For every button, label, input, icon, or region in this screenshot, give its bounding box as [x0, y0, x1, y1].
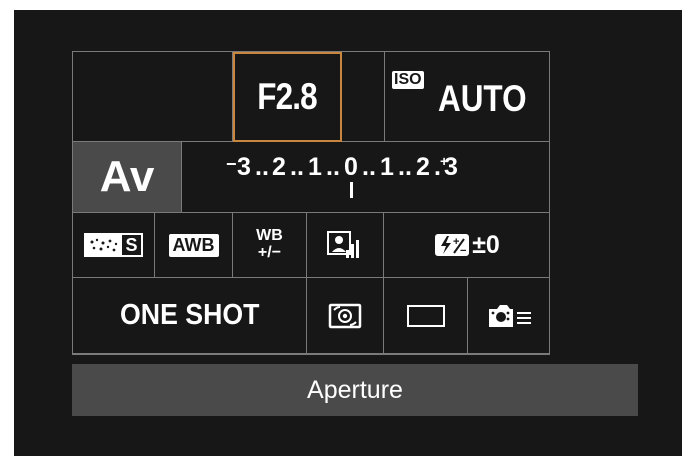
picture-style-cell[interactable]: S [73, 213, 155, 278]
picture-style-icon: S [84, 233, 143, 257]
scale-minus-sign: − [226, 154, 237, 174]
metering-cell[interactable] [307, 278, 384, 354]
scale-dots: .. [398, 153, 412, 181]
svg-text:−: − [460, 245, 466, 257]
scale-dots: .. [362, 153, 376, 181]
exposure-scale: − 3 .. 2 .. 1 .. 0 .. 1 .. 2 . + 3 [226, 153, 458, 198]
scale-right-1: 1 [380, 153, 394, 181]
empty-cell [73, 52, 233, 142]
flash-comp-value: ±0 [472, 230, 500, 259]
scale-right-2: 2 [416, 153, 430, 181]
scale-left-3: 3 [237, 153, 251, 181]
drive-mode-cell[interactable] [384, 278, 468, 354]
single-shot-drive-icon [406, 304, 445, 327]
exposure-comp-cell[interactable]: − 3 .. 2 .. 1 .. 0 .. 1 .. 2 . + 3 [182, 142, 550, 213]
status-bar-label: Aperture [307, 375, 403, 404]
shooting-mode: Av [99, 152, 155, 201]
iso-cell[interactable]: ISO AUTO [384, 52, 550, 142]
quick-control-grid: F2.8 ISO AUTO Av − 3 .. 2 .. 1 .. 0 .. 1… [72, 51, 550, 355]
camera-menu-icon [489, 304, 531, 327]
scale-dots: .. [326, 153, 340, 181]
iso-badge: ISO [392, 71, 424, 89]
auto-lighting-cell[interactable] [307, 213, 384, 278]
flash-comp-cell[interactable]: + − ±0 [384, 213, 550, 278]
af-mode-value: ONE SHOT [119, 299, 260, 331]
scale-dots: .. [290, 153, 304, 181]
af-mode-cell[interactable]: ONE SHOT [73, 278, 307, 354]
evaluative-metering-icon [328, 303, 362, 328]
picture-style-letter: S [125, 234, 138, 255]
iso-value: AUTO [438, 78, 527, 119]
white-balance-cell[interactable]: AWB [155, 213, 233, 278]
aperture-value: F2.8 [257, 76, 318, 117]
scale-center: 0 [344, 153, 358, 181]
scale-dots: .. [255, 153, 269, 181]
scale-right-3: 3 [444, 153, 458, 181]
awb-icon: AWB [168, 233, 219, 257]
aperture-cell[interactable]: F2.8 [233, 52, 385, 142]
custom-controls-cell[interactable] [468, 278, 550, 354]
status-bar: Aperture [72, 364, 638, 416]
wb-shift-top: WB [256, 227, 283, 244]
auto-lighting-optimizer-icon [327, 231, 359, 258]
aperture-selection-box: F2.8 [233, 52, 342, 142]
scale-left-1: 1 [308, 153, 322, 181]
mode-cell: Av [73, 142, 182, 213]
scale-left-2: 2 [272, 153, 286, 181]
flash-exposure-comp-icon: + − [435, 234, 470, 257]
exposure-pointer [350, 182, 353, 198]
wb-shift-bottom: +/− [257, 244, 282, 261]
wb-shift-cell[interactable]: WB +/− [233, 213, 307, 278]
